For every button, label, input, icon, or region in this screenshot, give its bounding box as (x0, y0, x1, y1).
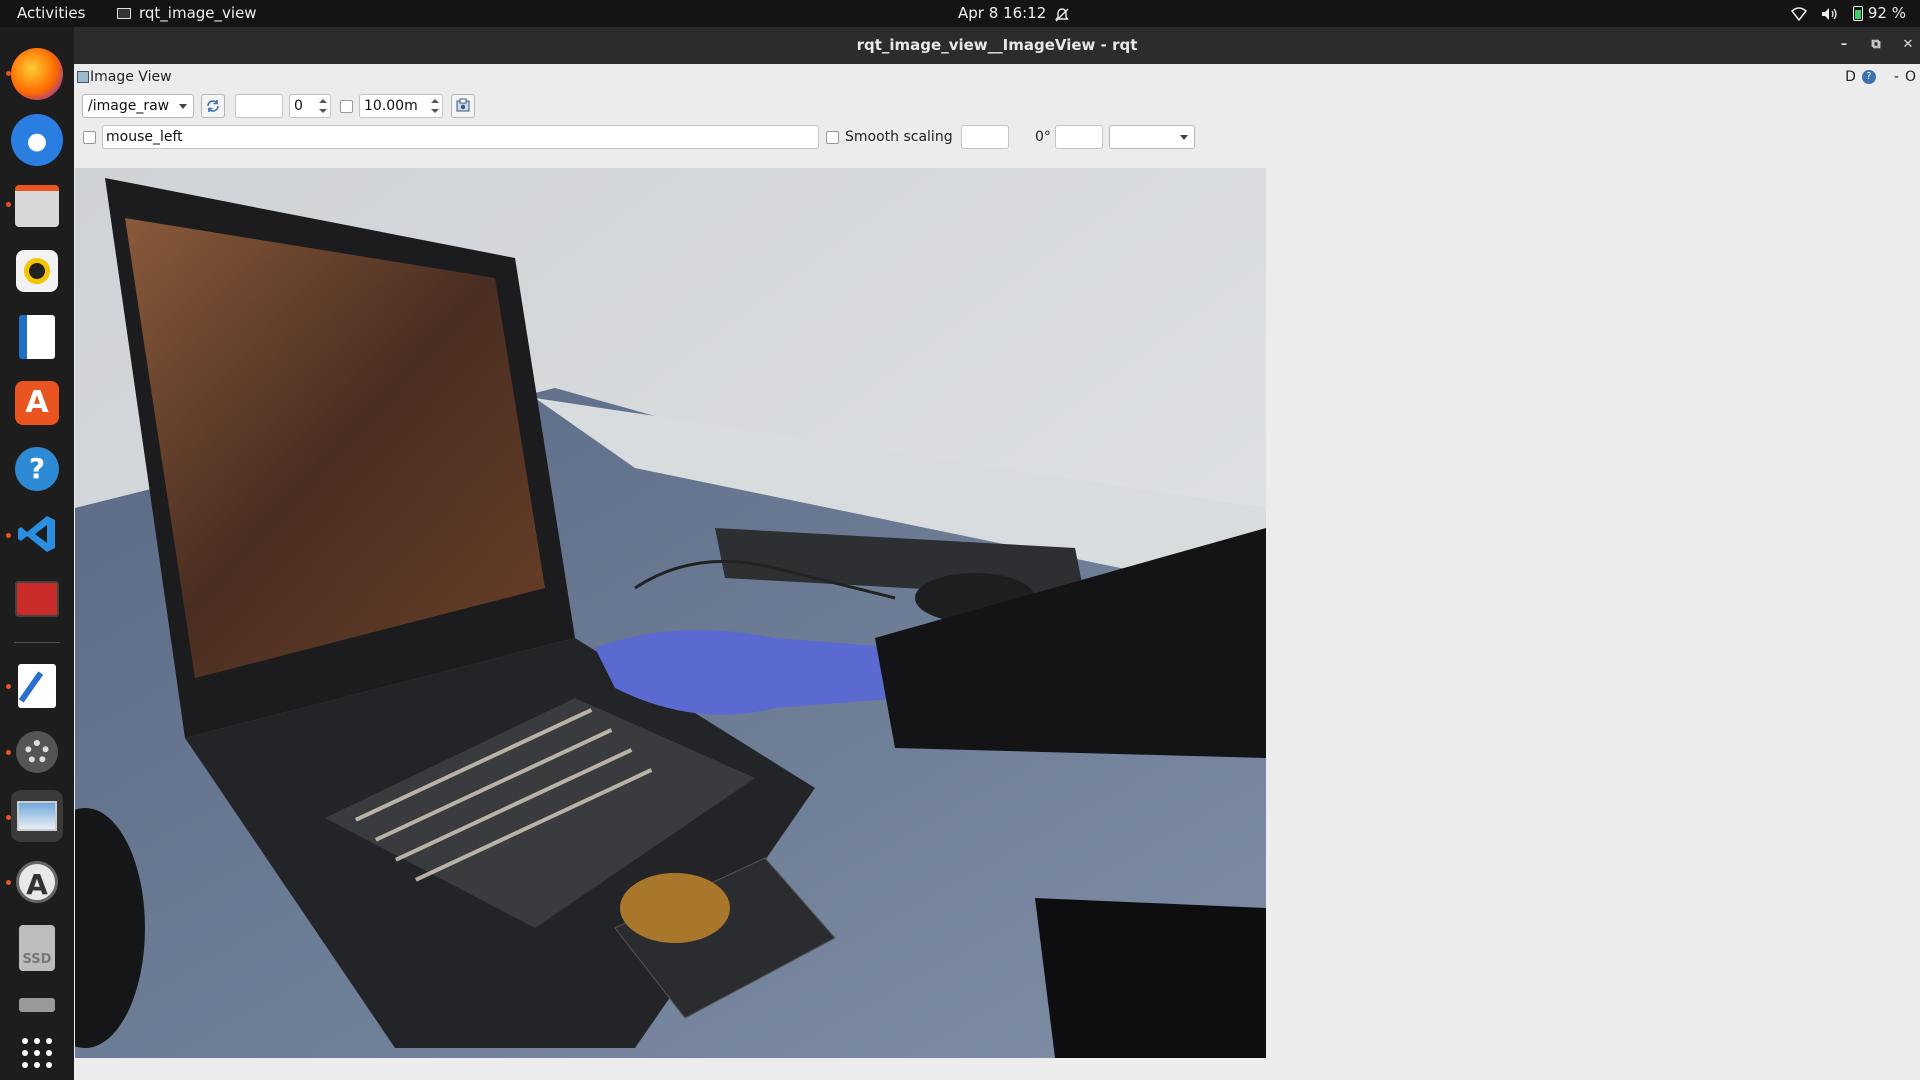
rotate-left-button[interactable] (961, 125, 1009, 149)
help-icon[interactable]: ? (1861, 70, 1876, 84)
image-viewer-icon[interactable] (11, 790, 63, 842)
rotation-label: 0° (1035, 129, 1051, 145)
writer-icon[interactable] (11, 311, 63, 363)
smooth-scaling-label: Smooth scaling (845, 129, 953, 145)
battery-icon (1852, 6, 1863, 21)
plugin-d-button[interactable]: D (1845, 69, 1856, 85)
firefox-icon[interactable] (11, 48, 63, 100)
clock[interactable]: Apr 8 16:12 (958, 0, 1046, 27)
minimize-icon[interactable]: – (1834, 35, 1854, 55)
volume-icon (1821, 7, 1837, 20)
app-menu-icon (117, 8, 131, 19)
mouse-topic-value: mouse_left (106, 129, 183, 145)
vscode-icon[interactable] (11, 508, 63, 560)
mouse-publish-checkbox[interactable] (83, 131, 96, 144)
plugin-header: Image View D ? - O (74, 67, 1920, 89)
max-range-value: 10.00m (364, 98, 418, 114)
plugin-title: Image View (90, 69, 172, 85)
plugin-minimize-button[interactable]: - (1894, 69, 1899, 85)
show-apps-icon[interactable] (11, 1027, 63, 1079)
number-spinbox[interactable]: 0 (289, 94, 331, 118)
camera-frame (75, 168, 1266, 1058)
dock: A ? A SSD (0, 27, 74, 1080)
image-display[interactable] (75, 168, 1266, 1058)
number-spinbox-value: 0 (294, 98, 303, 114)
rqt-window: rqt_image_view__ImageView - rqt – ⧉ ✕ Im… (74, 27, 1920, 1080)
spin-arrows-icon[interactable] (319, 97, 328, 115)
thunderbird-icon[interactable] (11, 114, 63, 166)
save-image-button[interactable] (451, 94, 475, 118)
terminal-icon[interactable] (11, 573, 63, 625)
color-scheme-select[interactable] (1109, 125, 1195, 149)
app-center-icon[interactable]: A (11, 377, 63, 429)
top-bar: Activities rqt_image_view Apr 8 16:12 92… (0, 0, 1920, 27)
mouse-topic-input[interactable]: mouse_left (102, 125, 819, 149)
sticker (620, 873, 730, 943)
refresh-topics-button[interactable] (201, 94, 225, 118)
system-tray[interactable]: 92 % (1790, 0, 1906, 27)
refresh-icon (207, 100, 219, 112)
activities-button[interactable]: Activities (17, 0, 85, 27)
max-range-spinbox[interactable]: 10.00m (359, 94, 443, 118)
wifi-icon (1790, 6, 1807, 21)
settings-icon[interactable] (11, 726, 63, 778)
chair (1035, 898, 1266, 1058)
dock-separator (14, 642, 60, 643)
chevron-down-icon (179, 104, 187, 109)
software-updater-icon[interactable]: A (11, 856, 63, 908)
files-icon[interactable] (11, 180, 63, 232)
close-icon[interactable]: ✕ (1898, 35, 1918, 55)
battery-percentage: 92 % (1867, 4, 1906, 22)
window-titlebar[interactable]: rqt_image_view__ImageView - rqt – ⧉ ✕ (74, 27, 1920, 64)
zoom-field[interactable] (235, 94, 283, 118)
rotate-right-button[interactable] (1055, 125, 1103, 149)
help-icon[interactable]: ? (11, 443, 63, 495)
topic-select[interactable]: /image_raw (82, 94, 194, 118)
spin-arrows-icon[interactable] (431, 97, 440, 115)
text-editor-icon[interactable] (11, 660, 63, 712)
image-view-plugin-icon (77, 71, 89, 83)
save-image-icon (456, 98, 470, 112)
app-menu-label: rqt_image_view (139, 4, 257, 22)
restore-icon[interactable]: ⧉ (1866, 35, 1886, 55)
rhythmbox-icon[interactable] (11, 245, 63, 297)
ssd-drive-icon[interactable]: SSD (11, 922, 63, 974)
dynamic-range-checkbox[interactable] (340, 100, 353, 113)
plugin-close-button[interactable]: O (1905, 69, 1916, 85)
window-title: rqt_image_view__ImageView - rqt (856, 36, 1138, 54)
app-menu[interactable]: rqt_image_view (117, 0, 257, 27)
smooth-scaling-checkbox[interactable] (826, 131, 839, 144)
topic-select-value: /image_raw (88, 98, 170, 114)
chevron-down-icon (1180, 135, 1188, 140)
